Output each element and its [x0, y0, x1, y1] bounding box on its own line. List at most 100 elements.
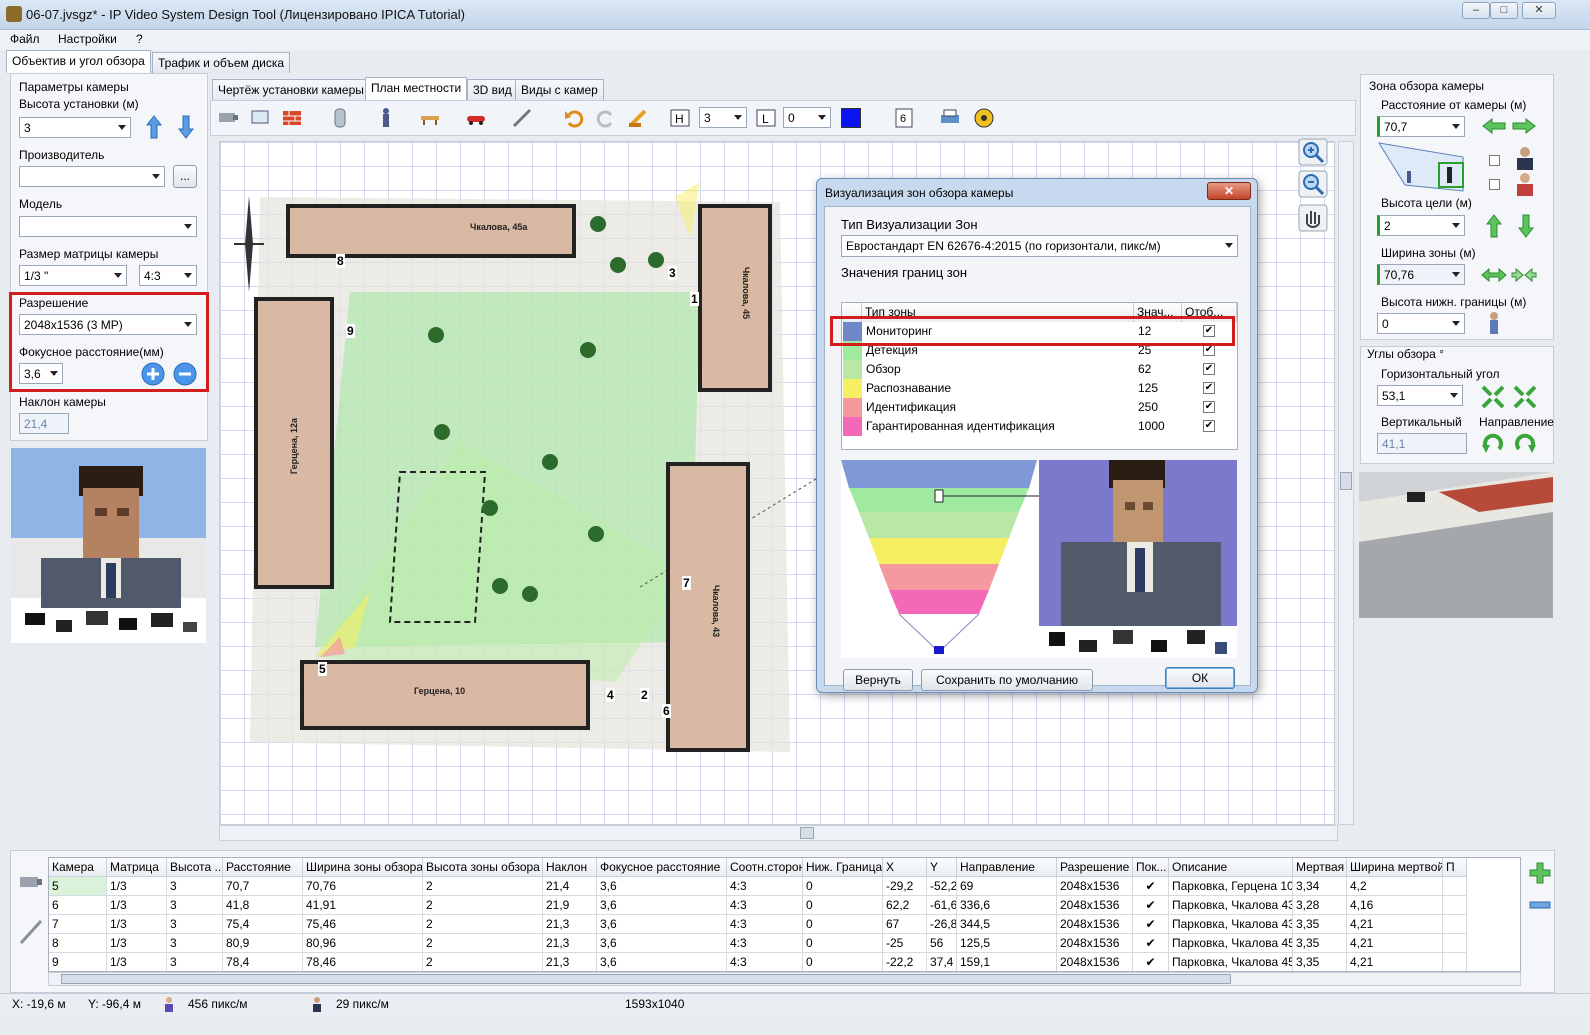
measure-tool-icon[interactable] — [511, 107, 533, 129]
tab-site-plan[interactable]: План местности — [365, 77, 468, 100]
lower-bound-select[interactable]: 0 — [1377, 313, 1465, 334]
table-cell[interactable]: 21,3 — [543, 953, 597, 971]
target-height-select[interactable]: 2 — [1377, 215, 1465, 236]
table-cell[interactable]: ✔ — [1133, 877, 1169, 896]
revert-button[interactable]: Вернуть — [843, 669, 913, 691]
table-header-cell[interactable]: Y — [927, 858, 957, 877]
clear-icon[interactable] — [627, 107, 649, 129]
arrow-right-icon[interactable] — [1511, 117, 1537, 135]
tab-install-drawing[interactable]: Чертёж установки камеры — [212, 79, 370, 100]
table-header-cell[interactable]: Пок... — [1133, 858, 1169, 877]
table-cell[interactable]: 78,4 — [223, 953, 303, 971]
table-cell[interactable]: ✔ — [1133, 953, 1169, 971]
color-swatch[interactable] — [841, 108, 861, 128]
maximize-button[interactable]: □ — [1490, 2, 1518, 19]
table-cell[interactable]: 2048x1536 — [1057, 896, 1133, 915]
expand-horizontal-icon[interactable] — [1481, 267, 1507, 283]
zone-type-select[interactable]: Евростандарт EN 62676-4:2015 (по горизон… — [841, 235, 1238, 257]
table-header-cell[interactable]: Мертвая зона — [1293, 858, 1347, 877]
table-cell[interactable]: 2 — [423, 934, 543, 953]
table-cell[interactable]: 2048x1536 — [1057, 934, 1133, 953]
table-cell[interactable]: 80,9 — [223, 934, 303, 953]
camera-marker[interactable]: 6 — [662, 704, 671, 718]
table-cell[interactable]: 3 — [167, 915, 223, 934]
l-value-select[interactable]: 0 — [783, 107, 831, 128]
table-cell[interactable]: 3,28 — [1293, 896, 1347, 915]
table-cell[interactable]: 3,34 — [1293, 877, 1347, 896]
zone-value[interactable]: 1000 — [1138, 419, 1165, 433]
zone-color-swatch[interactable] — [843, 379, 862, 398]
scroll-thumb[interactable] — [800, 827, 814, 839]
map-horizontal-scrollbar[interactable] — [219, 825, 1338, 841]
table-cell[interactable]: 3,6 — [597, 934, 727, 953]
save-default-button[interactable]: Сохранить по умолчанию — [921, 669, 1093, 691]
table-cell[interactable]: -29,2 — [883, 877, 927, 896]
dialog-close-button[interactable]: ✕ — [1207, 182, 1251, 200]
table-cell[interactable]: 344,5 — [957, 915, 1057, 934]
table-cell[interactable]: 4,21 — [1347, 915, 1443, 934]
arrow-up-icon[interactable] — [145, 114, 163, 140]
table-cell[interactable] — [1443, 953, 1467, 971]
table-cell[interactable]: 3,35 — [1293, 953, 1347, 971]
table-cell[interactable]: 125,5 — [957, 934, 1057, 953]
table-cell[interactable]: Парковка, Чкалова 45а — [1169, 953, 1293, 971]
table-cell[interactable]: 8 — [49, 934, 107, 953]
table-cell[interactable]: 4:3 — [727, 953, 803, 971]
table-cell[interactable]: 2048x1536 — [1057, 915, 1133, 934]
table-header-cell[interactable]: Матрица — [107, 858, 167, 877]
zone-row[interactable]: Гарантированная идентификация 1000 ✔ — [842, 417, 1237, 436]
table-cell[interactable]: 3,6 — [597, 915, 727, 934]
table-cell[interactable]: 1/3 — [107, 877, 167, 896]
table-cell[interactable]: 4,16 — [1347, 896, 1443, 915]
remove-camera-icon[interactable] — [1528, 893, 1552, 917]
monitor-tool-icon[interactable] — [249, 107, 271, 129]
camera-marker[interactable]: 8 — [336, 254, 345, 268]
building-chkalova-45[interactable]: Чкалова, 45 — [698, 204, 772, 392]
print-icon[interactable] — [939, 107, 961, 129]
building-gertsena-12a[interactable]: Герцена, 12а — [254, 297, 334, 589]
table-cell[interactable]: 5 — [49, 877, 107, 896]
table-cell[interactable]: 0 — [803, 934, 883, 953]
table-cell[interactable]: Парковка, Герцена 10 — [1169, 877, 1293, 896]
building-chkalova-43[interactable]: Чкалова, 43 — [666, 462, 750, 752]
tools-list-icon[interactable] — [17, 917, 45, 947]
table-cell[interactable]: -25 — [883, 934, 927, 953]
table-cell[interactable]: -22,2 — [883, 953, 927, 971]
horizontal-angle-select[interactable]: 53,1 — [1377, 385, 1463, 406]
zone-value[interactable]: 250 — [1138, 400, 1158, 414]
distance-select[interactable]: 70,7 — [1377, 116, 1465, 137]
table-header-cell[interactable]: П — [1443, 858, 1467, 877]
zone-visible-checkbox[interactable]: ✔ — [1203, 363, 1215, 375]
undo-icon[interactable] — [563, 107, 585, 129]
tape-measure-icon[interactable] — [973, 107, 995, 129]
rotate-left-icon[interactable] — [1481, 431, 1505, 455]
table-cell[interactable]: 1/3 — [107, 934, 167, 953]
table-cell[interactable]: 0 — [803, 953, 883, 971]
table-cell[interactable]: 6 — [49, 896, 107, 915]
table-cell[interactable]: 75,46 — [303, 915, 423, 934]
camera-marker[interactable]: 2 — [640, 688, 649, 702]
table-cell[interactable]: 75,4 — [223, 915, 303, 934]
table-cell[interactable]: 3 — [167, 953, 223, 971]
h-value-select[interactable]: 3 — [699, 107, 747, 128]
table-cell[interactable]: ✔ — [1133, 915, 1169, 934]
table-cell[interactable]: 9 — [49, 953, 107, 971]
bench-tool-icon[interactable] — [419, 107, 441, 129]
length-l-icon[interactable]: L — [755, 107, 777, 129]
table-cell[interactable]: Парковка, Чкалова 43 — [1169, 896, 1293, 915]
table-cell[interactable]: 336,6 — [957, 896, 1057, 915]
table-cell[interactable]: 56 — [927, 934, 957, 953]
table-cell[interactable]: 41,8 — [223, 896, 303, 915]
table-cell[interactable]: 69 — [957, 877, 1057, 896]
menu-file[interactable]: Файл — [10, 32, 40, 46]
table-cell[interactable]: 3 — [167, 877, 223, 896]
zone-color-swatch[interactable] — [843, 417, 862, 436]
table-cell[interactable]: Парковка, Чкалова 43 — [1169, 915, 1293, 934]
table-header-cell[interactable]: Ниж. Граница — [803, 858, 883, 877]
person-checkbox-2[interactable] — [1489, 179, 1500, 190]
table-cell[interactable]: 70,76 — [303, 877, 423, 896]
table-cell[interactable]: 21,3 — [543, 934, 597, 953]
add-camera-icon[interactable] — [1528, 861, 1552, 885]
man-avatar-icon[interactable] — [1513, 145, 1537, 171]
person-tool-icon[interactable] — [375, 107, 397, 129]
